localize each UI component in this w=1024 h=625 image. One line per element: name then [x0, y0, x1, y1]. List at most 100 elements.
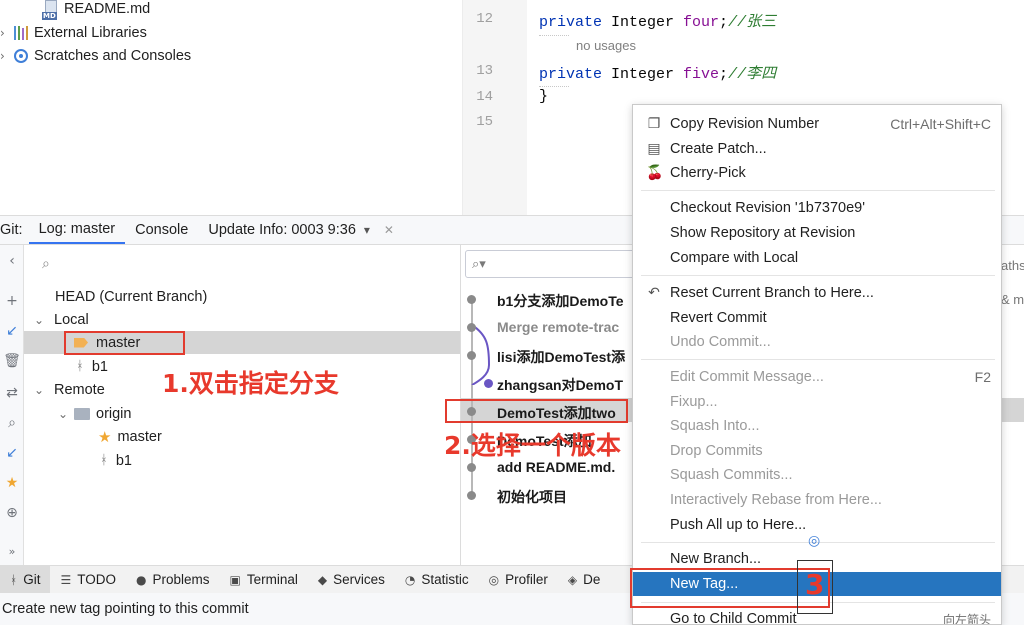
tab-update-info[interactable]: Update Info: 0003 9:36 ▾ ✕: [198, 216, 404, 244]
usages-hint[interactable]: no usages: [576, 38, 636, 53]
search-icon: ⌕: [42, 256, 50, 272]
branch-label: Local: [54, 311, 89, 328]
collapse-icon[interactable]: ‹: [3, 253, 21, 269]
inlay-separator: [539, 86, 569, 87]
branch-group-local[interactable]: ⌄ Local: [24, 308, 460, 331]
search-branch-icon[interactable]: ⌕: [3, 415, 21, 431]
chevron-down-icon[interactable]: ⌄: [34, 383, 48, 397]
star-icon: ★: [98, 427, 112, 446]
tool-window-dependencies[interactable]: ◈ De: [558, 566, 611, 593]
menu-item-show-repository[interactable]: Show Repository at Revision: [633, 221, 1001, 245]
chevron-down-icon[interactable]: ⌄: [34, 313, 48, 327]
branch-icon: ᚼ: [100, 453, 108, 468]
delete-icon[interactable]: 🗑: [3, 353, 21, 369]
tab-console[interactable]: Console: [125, 216, 198, 244]
commit-row[interactable]: zhangsan对DemoT: [497, 375, 623, 395]
commit-row[interactable]: lisi添加DemoTest添: [497, 347, 625, 367]
update-icon[interactable]: ↙: [3, 323, 21, 339]
menu-item-checkout-revision[interactable]: Checkout Revision '1b7370e9': [633, 196, 1001, 220]
reset-icon: ↶: [648, 285, 660, 301]
branch-label: b1: [115, 452, 132, 469]
tree-item-scratches[interactable]: › Scratches and Consoles: [0, 45, 191, 67]
commit-node: [467, 351, 476, 360]
commit-row[interactable]: Merge remote-trac: [497, 319, 619, 335]
tool-window-profiler[interactable]: ◎ Profiler: [479, 566, 558, 593]
menu-item-squash-commits[interactable]: Squash Commits...: [633, 463, 1001, 487]
add-icon[interactable]: +: [3, 293, 21, 309]
branch-label: master: [117, 428, 162, 445]
tool-window-terminal[interactable]: ▣ Terminal: [220, 566, 308, 593]
tool-window-label: Terminal: [246, 572, 298, 587]
details-text: & ma: [1001, 292, 1024, 307]
more-icon[interactable]: »: [3, 545, 21, 558]
menu-item-squash-into[interactable]: Squash Into...: [633, 414, 1001, 438]
code-line: private Integer four;//张三: [539, 14, 777, 31]
inlay-separator: [539, 35, 569, 36]
tab-log-master[interactable]: Log: master: [28, 216, 126, 244]
menu-item-label: Undo Commit...: [670, 334, 771, 350]
commit-search[interactable]: ⌕▾: [465, 250, 635, 278]
commit-row[interactable]: 初始化项目: [497, 487, 567, 507]
menu-item-drop-commits[interactable]: Drop Commits: [633, 439, 1001, 463]
dropdown-icon[interactable]: ▾: [364, 223, 370, 237]
commit-node: [467, 491, 476, 500]
tool-window-label: Services: [333, 572, 385, 587]
tree-item-external-libraries[interactable]: › External Libraries: [0, 22, 147, 44]
git-log-toolbar: ‹ + ↙ 🗑 ⇄ ⌕ ↙ ★ ⊕ »: [0, 245, 24, 565]
tool-window-services[interactable]: ◆ Services: [308, 566, 395, 593]
branch-icon: ᚼ: [76, 359, 84, 374]
tool-window-problems[interactable]: ● Problems: [126, 566, 220, 593]
cherry-icon: 🍒: [646, 165, 664, 181]
chevron-right-icon[interactable]: ›: [0, 49, 14, 63]
services-icon: ◆: [317, 572, 328, 587]
menu-item-label: Show Repository at Revision: [670, 225, 856, 241]
branch-label: origin: [96, 405, 132, 422]
tool-window-todo[interactable]: ☰ TODO: [50, 566, 126, 593]
menu-item-fixup[interactable]: Fixup...: [633, 390, 1001, 414]
menu-item-cherry-pick[interactable]: 🍒 Cherry-Pick: [633, 161, 1001, 185]
menu-item-reset-branch[interactable]: ↶ Reset Current Branch to Here...: [633, 281, 1001, 305]
branch-group-origin[interactable]: ⌄ origin: [24, 402, 460, 425]
menu-item-undo-commit[interactable]: Undo Commit...: [633, 330, 1001, 354]
branch-search[interactable]: ⌕: [28, 249, 456, 279]
code-line: private Integer five;//李四: [539, 66, 777, 83]
menu-item-label: Reset Current Branch to Here...: [670, 285, 874, 301]
branch-origin-master[interactable]: ★ master: [24, 425, 460, 448]
menu-item-label: Compare with Local: [670, 250, 799, 266]
tool-window-git[interactable]: ᚼ Git: [0, 566, 51, 593]
menu-item-label: Fixup...: [670, 394, 718, 410]
close-icon[interactable]: ✕: [384, 223, 394, 237]
menu-item-interactive-rebase[interactable]: Interactively Rebase from Here...: [633, 488, 1001, 512]
compare-icon[interactable]: ⇄: [3, 385, 21, 401]
menu-item-edit-message[interactable]: Edit Commit Message... F2: [633, 365, 1001, 389]
menu-item-compare-local[interactable]: Compare with Local: [633, 246, 1001, 270]
tree-item-readme[interactable]: MD README.md: [42, 0, 150, 20]
branch-origin-b1[interactable]: ᚼ b1: [24, 449, 460, 472]
tool-window-statistic[interactable]: ◔ Statistic: [395, 566, 479, 593]
menu-item-label: Squash Commits...: [670, 467, 793, 483]
tool-window-label: De: [583, 572, 601, 587]
chevron-down-icon[interactable]: ⌄: [58, 407, 72, 421]
annotation-box-commit: [445, 399, 628, 423]
chevron-right-icon[interactable]: ›: [0, 26, 14, 40]
line-number: 12: [476, 11, 493, 27]
menu-item-revert-commit[interactable]: Revert Commit: [633, 306, 1001, 330]
commit-row[interactable]: b1分支添加DemoTe: [497, 291, 624, 311]
editor-gutter: [463, 0, 527, 215]
markdown-file-icon: MD: [42, 0, 60, 20]
search-icon: ⌕▾: [472, 256, 486, 272]
tree-item-label: Scratches and Consoles: [34, 48, 192, 64]
menu-item-label: Cherry-Pick: [670, 165, 746, 181]
menu-item-label: Push All up to Here...: [670, 517, 807, 533]
statistic-icon: ◔: [404, 572, 416, 587]
target-icon[interactable]: ⊕: [3, 505, 21, 521]
menu-item-copy-revision[interactable]: ❐ Copy Revision Number Ctrl+Alt+Shift+C: [633, 112, 1001, 136]
menu-item-label: Copy Revision Number: [670, 116, 820, 132]
fetch-icon[interactable]: ↙: [3, 445, 21, 461]
favorite-icon[interactable]: ★: [3, 475, 21, 491]
menu-item-label: Edit Commit Message...: [670, 369, 824, 385]
annotation-step2: 2.选择一个版本: [444, 431, 621, 460]
menu-item-create-patch[interactable]: ▤ Create Patch...: [633, 137, 1001, 161]
branch-head[interactable]: HEAD (Current Branch): [24, 285, 460, 308]
profiler-icon: ◎: [488, 572, 500, 587]
